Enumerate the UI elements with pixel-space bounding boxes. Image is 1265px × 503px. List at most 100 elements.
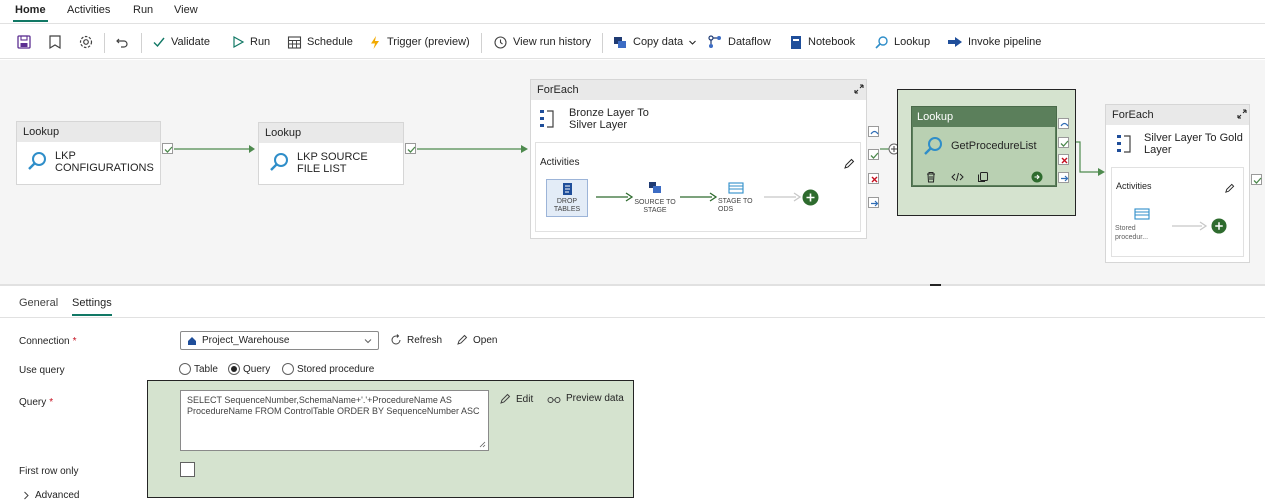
- glasses-icon: [547, 396, 561, 403]
- toolbar-separator: [481, 33, 482, 53]
- toolbar-separator: [602, 33, 603, 53]
- activity-foreach-bronze-to-silver[interactable]: ForEach Bronze Layer To Silver Layer Act…: [530, 79, 867, 239]
- trigger-label: Trigger (preview): [387, 36, 470, 48]
- success-output-icon[interactable]: [1058, 137, 1069, 148]
- preview-data-label: Preview data: [566, 393, 624, 404]
- advanced-toggle[interactable]: Advanced: [22, 490, 79, 501]
- edit-label: Edit: [516, 393, 534, 405]
- first-row-only-checkbox[interactable]: [180, 462, 195, 477]
- view-run-history-label: View run history: [513, 36, 592, 48]
- validate-button[interactable]: Validate: [152, 33, 210, 51]
- resize-grip[interactable]: [930, 284, 941, 286]
- tab-home[interactable]: Home: [13, 4, 48, 22]
- skipped-output-icon[interactable]: [1058, 118, 1069, 129]
- view-run-history-button[interactable]: View run history: [493, 33, 591, 51]
- schedule-button[interactable]: Schedule: [287, 33, 353, 51]
- lookup-button[interactable]: Lookup: [874, 33, 930, 51]
- delete-icon[interactable]: [925, 171, 937, 183]
- invoke-pipeline-label: Invoke pipeline: [968, 36, 1042, 48]
- dataflow-button[interactable]: Dataflow: [707, 33, 771, 51]
- lookup-label: Lookup: [894, 36, 931, 48]
- resize-handle-icon[interactable]: [479, 441, 486, 448]
- expand-icon[interactable]: [1236, 108, 1248, 120]
- tab-general[interactable]: General: [19, 297, 58, 309]
- radio-table[interactable]: Table: [179, 363, 218, 375]
- copy-data-icon: [649, 182, 661, 193]
- activity-step-label[interactable]: Stored procedur...: [1115, 224, 1159, 242]
- add-activity-icon[interactable]: [802, 189, 819, 206]
- notebook-label: Notebook: [808, 36, 856, 48]
- tab-activities[interactable]: Activities: [67, 4, 110, 16]
- radio-label: Table: [194, 363, 218, 375]
- copy-icon[interactable]: [977, 171, 989, 183]
- connection-select[interactable]: Project_Warehouse: [180, 331, 379, 350]
- radio-stored-procedure[interactable]: Stored procedure: [282, 363, 374, 375]
- refresh-label: Refresh: [407, 334, 443, 346]
- invoke-pipeline-button[interactable]: Invoke pipeline: [947, 33, 1041, 51]
- open-button[interactable]: Open: [456, 334, 497, 346]
- save-button[interactable]: [16, 33, 32, 51]
- go-arrow-icon[interactable]: [1031, 171, 1043, 183]
- success-output-icon[interactable]: [162, 143, 173, 154]
- success-output-icon[interactable]: [1251, 174, 1262, 185]
- activity-step-label: DROP TABLES: [553, 198, 581, 213]
- checkmark-icon: [153, 37, 165, 48]
- dataflow-label: Dataflow: [728, 36, 771, 48]
- radio-circle: [179, 363, 191, 375]
- activity-body: GetProcedureList: [913, 127, 1055, 185]
- panel-divider[interactable]: [0, 284, 1265, 286]
- undo-button[interactable]: [114, 33, 130, 51]
- failure-output-icon[interactable]: [868, 173, 879, 184]
- activity-title: Bronze Layer To Silver Layer: [569, 107, 649, 131]
- completion-output-icon[interactable]: [868, 197, 879, 208]
- edit-query-button[interactable]: Edit: [499, 393, 533, 405]
- activity-lookup-configurations[interactable]: Lookup LKP CONFIGURATIONS: [16, 121, 161, 185]
- activity-drop-tables[interactable]: DROP TABLES: [546, 179, 588, 217]
- refresh-button[interactable]: Refresh: [390, 334, 442, 346]
- expand-icon[interactable]: [853, 83, 865, 95]
- pencil-icon[interactable]: [843, 158, 855, 170]
- schedule-label: Schedule: [307, 36, 353, 48]
- query-textarea[interactable]: SELECT SequenceNumber,SchemaName+'.'+Pro…: [180, 390, 489, 451]
- add-activity-icon[interactable]: [1211, 218, 1227, 234]
- warehouse-icon: [188, 336, 196, 345]
- arrow-connector: [764, 192, 802, 202]
- radio-query[interactable]: Query: [228, 363, 270, 375]
- activity-type-label: Lookup: [917, 111, 954, 123]
- refresh-icon: [391, 334, 401, 345]
- tab-settings[interactable]: Settings: [72, 297, 112, 316]
- failure-output-icon[interactable]: [1058, 154, 1069, 165]
- skipped-output-icon[interactable]: [868, 126, 879, 137]
- code-icon[interactable]: [951, 171, 964, 183]
- foreach-icon: [540, 110, 554, 128]
- run-button[interactable]: Run: [231, 33, 270, 51]
- inner-activities-panel: Activities DROP TABLES SOURCE TO STAGE S…: [535, 142, 861, 232]
- activity-type-label: ForEach: [1106, 105, 1249, 125]
- data-table-icon: [728, 182, 744, 194]
- tab-view[interactable]: View: [174, 4, 198, 16]
- search-icon: [875, 35, 888, 49]
- save-as-template-button[interactable]: [47, 33, 63, 51]
- success-output-icon[interactable]: [405, 143, 416, 154]
- settings-button[interactable]: [78, 33, 94, 51]
- tab-run[interactable]: Run: [133, 4, 153, 16]
- activity-lookup-source-file-list[interactable]: Lookup LKP SOURCE FILE LIST: [258, 122, 404, 185]
- pencil-icon[interactable]: [1224, 183, 1235, 194]
- preview-data-button[interactable]: Preview data: [547, 393, 624, 404]
- chevron-down-icon: [364, 339, 372, 344]
- chevron-right-icon: [24, 491, 29, 500]
- activity-lookup-get-procedure-list[interactable]: Lookup GetProcedureList: [911, 106, 1057, 187]
- activity-step-label: STAGE TO ODS: [718, 198, 753, 213]
- copy-data-button[interactable]: Copy data: [612, 33, 697, 51]
- activity-foreach-silver-to-gold[interactable]: ForEach Silver Layer To Gold Layer Activ…: [1105, 104, 1250, 263]
- notebook-button[interactable]: Notebook: [789, 33, 855, 51]
- success-output-icon[interactable]: [868, 149, 879, 160]
- dataflow-icon: [708, 35, 721, 48]
- completion-output-icon[interactable]: [1058, 172, 1069, 183]
- trigger-button[interactable]: Trigger (preview): [368, 33, 470, 51]
- search-icon: [28, 152, 46, 170]
- activity-type-label: ForEach: [531, 80, 866, 100]
- arrow-connector: [596, 192, 634, 202]
- validate-label: Validate: [171, 36, 210, 48]
- radio-circle: [282, 363, 294, 375]
